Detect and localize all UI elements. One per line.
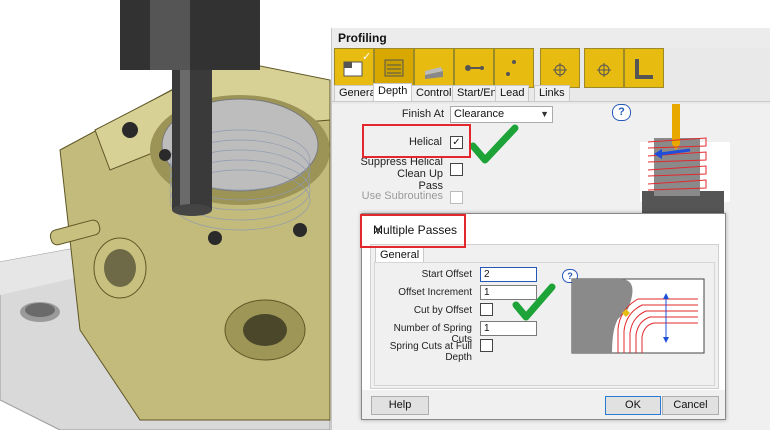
suppress-helical-label: Suppress Helical Clean Up Pass (332, 156, 443, 192)
control-icon[interactable] (414, 48, 454, 88)
tab-links[interactable]: Links (534, 85, 570, 101)
depth-icon[interactable] (374, 48, 414, 88)
dialog-body: General Start Offset 2 Offset Increment … (370, 244, 719, 389)
finish-at-value: Clearance (454, 108, 505, 120)
spring-cuts-input[interactable]: 1 (480, 321, 537, 336)
profile-icon[interactable]: ✓ (334, 48, 374, 88)
finish-at-select[interactable]: Clearance ▼ (450, 106, 553, 123)
start-end-icon[interactable] (454, 48, 494, 88)
spring-full-depth-checkbox[interactable] (480, 339, 493, 352)
tab-lead[interactable]: Lead (495, 85, 530, 101)
panel-title: Profiling (338, 31, 387, 45)
cut-by-offset-label: Cut by Offset (413, 305, 472, 316)
spring-full-depth-label: Spring Cuts at Full Depth (389, 341, 472, 363)
use-subroutines-label: Use Subroutines (361, 190, 443, 202)
help-button[interactable]: Help (371, 396, 429, 415)
helical-highlight (362, 124, 471, 158)
cancel-button[interactable]: Cancel (662, 396, 719, 415)
helical-diagram-icon (640, 104, 730, 213)
chevron-down-icon: ▼ (540, 109, 549, 119)
finish-at-label: Finish At (401, 108, 444, 120)
tab-control[interactable]: Control (411, 85, 457, 101)
check-annotation-icon (469, 124, 519, 164)
offset-increment-label: Offset Increment (398, 287, 472, 298)
use-subroutines-checkbox[interactable] (450, 191, 463, 204)
dialog-check-annotation-icon (512, 283, 556, 321)
tab-bar: General Depth Control Start/End Lead Lin… (332, 83, 770, 102)
links-icon[interactable] (540, 48, 580, 88)
target-icon[interactable] (584, 48, 624, 88)
offset-diagram-icon (571, 278, 705, 354)
svg-text:✓: ✓ (362, 50, 371, 63)
suppress-helical-label-line1: Suppress Helical Clean Up (360, 156, 443, 180)
suppress-helical-checkbox[interactable] (450, 163, 463, 176)
dialog-footer: Help OK Cancel (362, 390, 725, 419)
cut-by-offset-checkbox[interactable] (480, 303, 493, 316)
ok-button[interactable]: OK (605, 396, 661, 415)
dialog-tab-general[interactable]: General (375, 247, 425, 263)
dialog-content: Start Offset 2 Offset Increment 1 Cut by… (374, 262, 715, 386)
lead-icon[interactable] (494, 48, 534, 88)
tab-depth[interactable]: Depth (373, 83, 413, 101)
panel-title-bar: Profiling (332, 28, 770, 49)
corner-icon[interactable] (624, 48, 664, 88)
start-offset-label: Start Offset (421, 269, 472, 280)
dialog-title-highlight (360, 214, 466, 248)
start-offset-input[interactable]: 2 (480, 267, 537, 282)
